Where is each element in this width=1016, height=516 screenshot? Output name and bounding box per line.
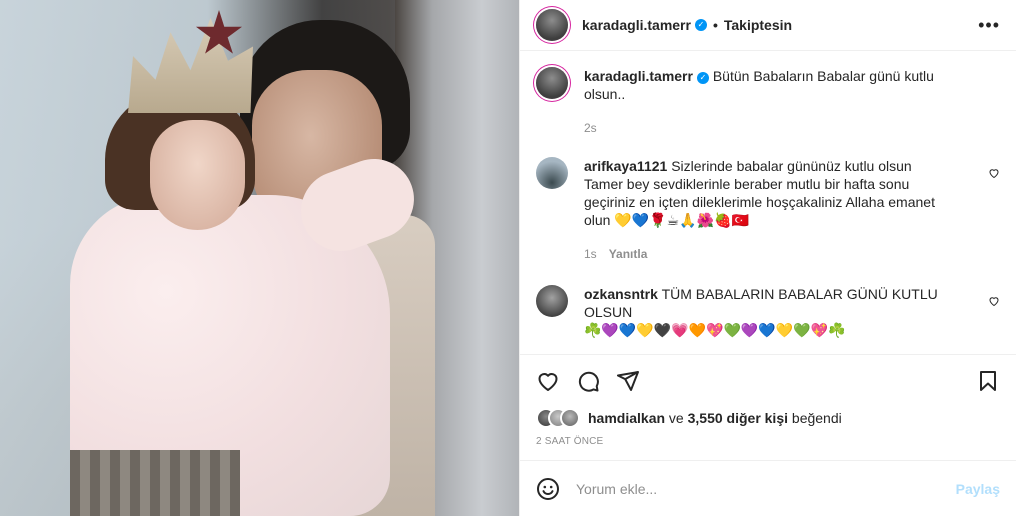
post-timestamp[interactable]: 2 saat önce (520, 430, 1016, 460)
caption-author-username[interactable]: karadagli.tamerr (584, 68, 693, 84)
comments-list[interactable]: karadagli.tamerr ✓ Bütün Babaların Babala… (520, 51, 1016, 354)
verified-badge-icon: ✓ (696, 72, 709, 84)
bookmark-icon[interactable] (976, 369, 1000, 393)
comment-icon[interactable] (576, 369, 600, 393)
share-icon[interactable] (616, 369, 640, 393)
follow-status-button[interactable]: Takiptesin (724, 17, 792, 33)
reply-button[interactable]: Yanıtla (609, 247, 648, 261)
heart-icon[interactable] (536, 369, 560, 393)
add-comment-bar: Paylaş (520, 460, 1016, 516)
caption-age[interactable]: 2s (584, 121, 597, 135)
author-username[interactable]: karadagli.tamerr (582, 17, 691, 33)
commenter-avatar[interactable] (536, 285, 568, 317)
comment-item: ozkansntrk TÜM BABALARIN BABALAR GÜNÜ KU… (536, 285, 1000, 339)
post-caption: karadagli.tamerr ✓ Bütün Babaların Babala… (536, 67, 1000, 137)
photo-child-trousers (70, 450, 240, 516)
post-comment-button[interactable]: Paylaş (956, 481, 1000, 497)
post-header: karadagli.tamerr ✓ • Takiptesin ••• (520, 0, 1016, 51)
liker-avatars (536, 408, 580, 428)
comment-emojis: ☘️💜💙💛🖤💗🧡💖💚💜💙💛💚💖☘️ (584, 322, 846, 338)
post-side-panel: karadagli.tamerr ✓ • Takiptesin ••• kara… (519, 0, 1016, 516)
comment-like-heart-icon[interactable] (988, 295, 1000, 307)
likes-suffix: beğendi (791, 410, 842, 426)
post-actions-bar (520, 354, 1016, 406)
commenter-username[interactable]: ozkansntrk (584, 286, 658, 302)
post-dialog: karadagli.tamerr ✓ • Takiptesin ••• kara… (0, 0, 1016, 516)
comment-input[interactable] (576, 480, 956, 497)
comment-item: arifkaya1121 Sizlerinde babalar gününüz … (536, 157, 1000, 263)
caption-author-avatar[interactable] (536, 67, 568, 99)
liker-username[interactable]: hamdialkan (588, 410, 665, 426)
comment-like-heart-icon[interactable] (988, 167, 1000, 179)
photo-child-face (150, 120, 245, 230)
likes-count-link[interactable]: 3,550 diğer kişi (688, 410, 788, 426)
comment-age[interactable]: 1s (584, 247, 597, 261)
commenter-username[interactable]: arifkaya1121 (584, 158, 667, 174)
author-avatar[interactable] (536, 9, 568, 41)
commenter-avatar[interactable] (536, 157, 568, 189)
post-photo[interactable] (0, 0, 519, 516)
likes-summary: hamdialkan ve 3,550 diğer kişi beğendi (520, 406, 1016, 430)
emoji-icon[interactable] (536, 477, 560, 501)
likes-conjunction: ve (668, 410, 684, 426)
verified-badge-icon: ✓ (694, 19, 707, 31)
more-options-icon[interactable]: ••• (978, 16, 1000, 34)
separator-dot: • (712, 17, 718, 33)
